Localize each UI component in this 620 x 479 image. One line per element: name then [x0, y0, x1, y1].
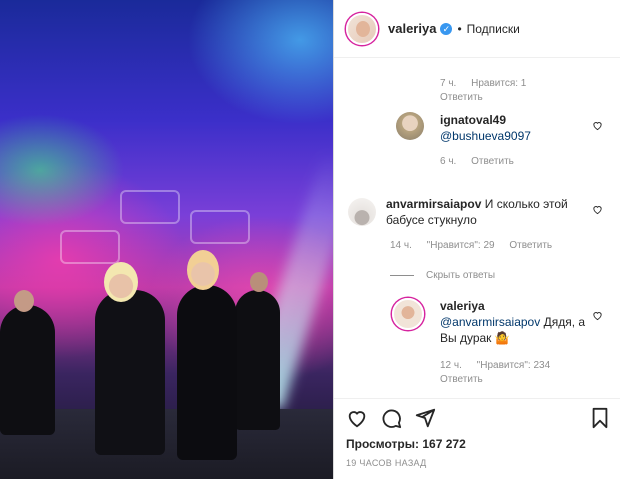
comment-item: ignatoval49 @bushueva9097 6 ч. Ответить [334, 112, 620, 172]
comment-likes[interactable]: "Нравится": 234 [477, 360, 550, 371]
reply-button[interactable]: Ответить [509, 240, 552, 251]
stage-hexagon [60, 230, 120, 264]
dancer-head [14, 290, 34, 312]
post-timestamp[interactable]: 19 ЧАСОВ НАЗАД [346, 458, 427, 468]
comment-username[interactable]: valeriya [440, 299, 485, 313]
like-heart-icon[interactable] [592, 204, 603, 215]
comment-likes[interactable]: "Нравится": 29 [427, 240, 495, 251]
avatar[interactable] [348, 198, 376, 226]
share-icon[interactable] [414, 407, 436, 429]
action-icons [346, 407, 436, 429]
comment-username[interactable]: ignatoval49 [440, 113, 506, 127]
heart-icon[interactable] [346, 407, 368, 429]
reply-button[interactable]: Ответить [440, 374, 483, 385]
singer-figure [95, 290, 165, 455]
avatar[interactable] [346, 12, 378, 45]
comment-time: 6 ч. [440, 156, 457, 167]
post-header: valeriya ✓ • Подписки [334, 0, 620, 58]
reply-button[interactable]: Ответить [471, 156, 514, 167]
singer-figure [177, 285, 237, 460]
comment-item: anvarmirsaiapov И сколько этой бабусе ст… [334, 194, 620, 264]
avatar[interactable] [396, 112, 424, 140]
bookmark-icon[interactable] [589, 407, 611, 429]
singer-head [104, 262, 138, 302]
like-heart-icon[interactable] [592, 310, 603, 321]
comment-item: valeriya @anvarmirsaiapov Дядя, а Вы дур… [334, 298, 620, 393]
dancer-figure [0, 305, 55, 435]
comment-item: 7 ч. Нравится: 1 Ответить [334, 58, 620, 104]
post-author-username[interactable]: valeriya [388, 21, 436, 36]
singer-head [187, 250, 219, 290]
post-media[interactable] [0, 0, 333, 479]
views-label: Просмотры: [346, 437, 420, 451]
comment-time: 7 ч. [440, 78, 457, 89]
verified-icon: ✓ [440, 22, 453, 35]
stage-hexagon [120, 190, 180, 224]
shrug-emoji: 🤷 [494, 331, 510, 345]
mention-link[interactable]: @bushueva9097 [440, 128, 590, 144]
separator-dot: • [457, 21, 462, 36]
stage-hexagon [190, 210, 250, 244]
avatar[interactable] [392, 298, 424, 330]
hide-replies-row[interactable]: Скрыть ответы [390, 268, 495, 282]
comment-time: 14 ч. [390, 240, 412, 251]
following-button[interactable]: Подписки [467, 22, 520, 36]
views-count: Просмотры: 167 272 [346, 437, 466, 451]
mention-link[interactable]: @anvarmirsaiapov [440, 315, 540, 329]
comment-time: 12 ч. [440, 360, 462, 371]
post-actions: Просмотры: 167 272 19 ЧАСОВ НАЗАД [334, 398, 620, 479]
dancer-figure [235, 290, 280, 430]
reply-button[interactable]: Ответить [440, 92, 483, 103]
comment-icon[interactable] [380, 407, 402, 429]
comment-username[interactable]: anvarmirsaiapov [386, 197, 481, 211]
comments-list[interactable]: 7 ч. Нравится: 1 Ответить ignatoval49 @b… [334, 58, 620, 398]
divider-line [390, 274, 414, 276]
views-number: 167 272 [422, 437, 466, 451]
hide-replies-button[interactable]: Скрыть ответы [426, 270, 495, 281]
post-side-panel: valeriya ✓ • Подписки 7 ч. Нравится: 1 О… [333, 0, 620, 479]
dancer-head [250, 272, 268, 292]
like-heart-icon[interactable] [592, 120, 603, 131]
comment-likes[interactable]: Нравится: 1 [471, 78, 526, 89]
